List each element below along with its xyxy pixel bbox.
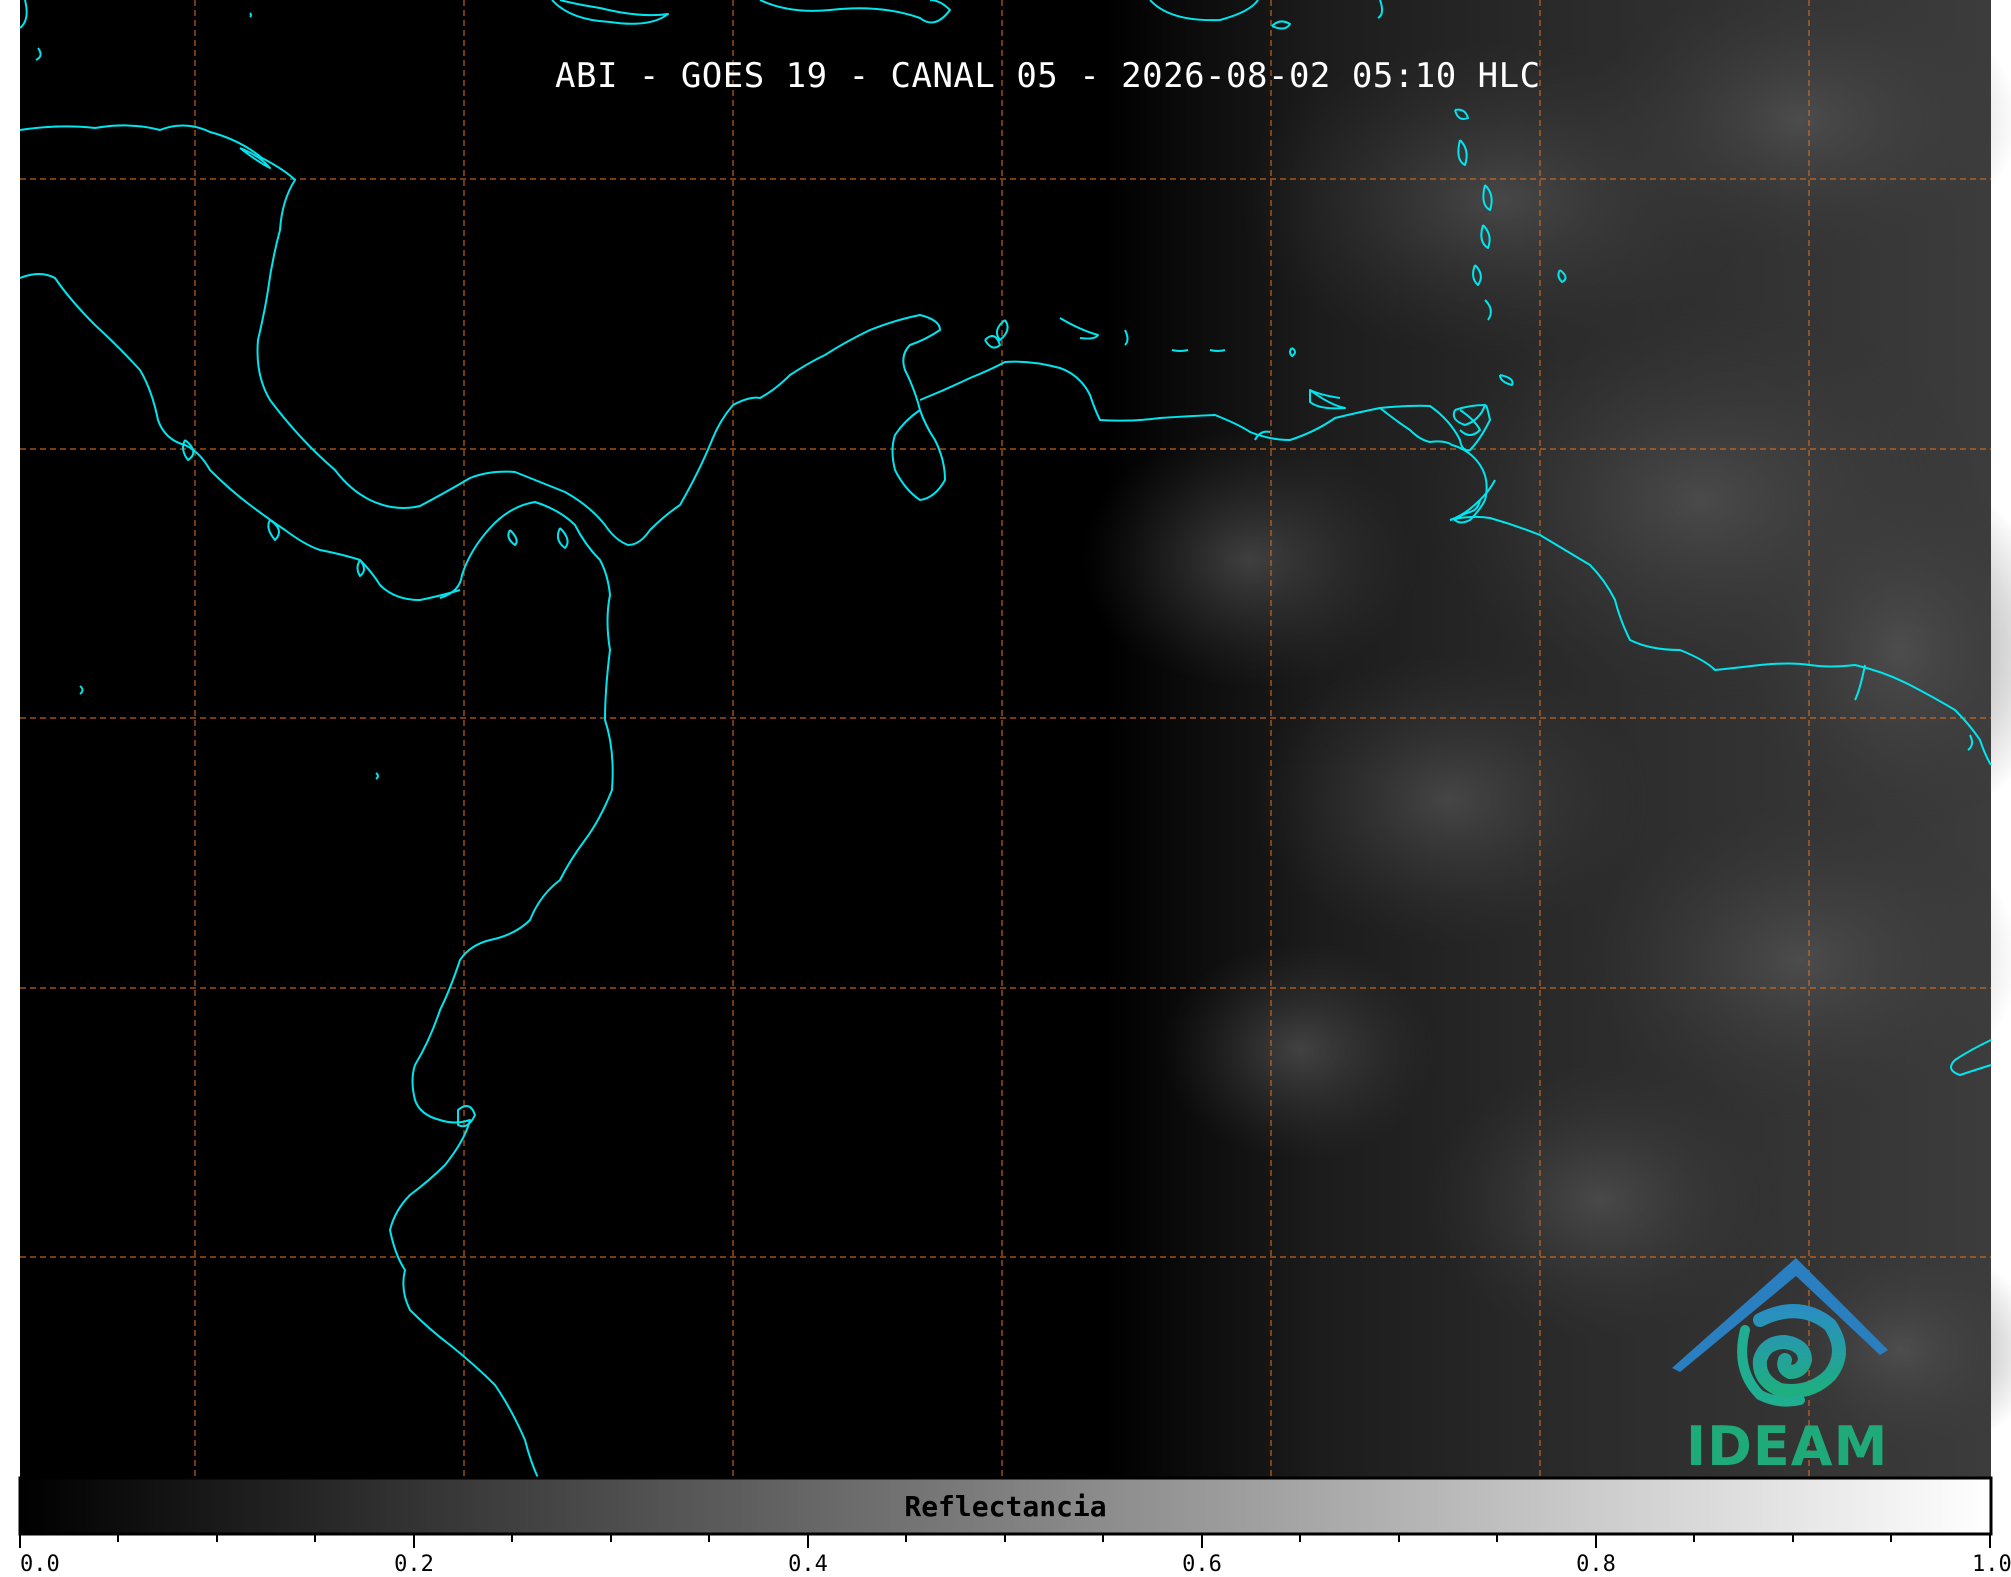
ideam-logo-text: IDEAM	[1686, 1415, 1889, 1478]
colorbar-label: Reflectancia	[904, 1490, 1107, 1523]
colorbar-tick-label: 0.6	[1182, 1552, 1222, 1577]
colorbar-tick-label: 0.8	[1576, 1552, 1616, 1577]
colorbar-tick-label: 0.4	[788, 1552, 828, 1577]
satellite-map	[0, 0, 2011, 1577]
colorbar-tick-label: 0.2	[394, 1552, 434, 1577]
colorbar-ticks	[19, 1534, 1991, 1548]
colorbar-tick-label: 0.0	[20, 1552, 60, 1577]
map-title: ABI - GOES 19 - CANAL 05 - 2026-08-02 05…	[555, 56, 1541, 96]
colorbar-tick-label: 1.0	[1972, 1552, 2011, 1577]
